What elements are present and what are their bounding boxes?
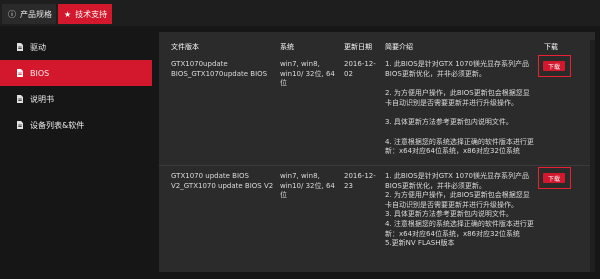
cell-line: 02	[344, 69, 353, 78]
table-row-file: GTX1070 update BIOS V2_GTX1070 update BI…	[171, 172, 273, 191]
sidebar-item-label: 说明书	[30, 94, 54, 104]
desc-line: 2. 为方便用户操作，此BIOS更新包会根据您显	[385, 89, 530, 98]
tab-product-specs[interactable]: ⓘ 产品规格	[2, 4, 56, 24]
sidebar-item-label: BIOS	[30, 68, 50, 78]
table-row-file: GTX1070update BIOS_GTX1070update BIOS	[171, 60, 267, 79]
cell-line: win7, win8,	[280, 172, 320, 180]
cell-line: win10/ 32位, 64	[280, 69, 335, 78]
desc-line: 1. 此BIOS是针对GTX 1070镁光显存系列产品	[385, 172, 530, 180]
cell-line: BIOS_GTX1070update BIOS	[171, 69, 268, 78]
desc-line: 5.更新NV FLASH版本	[385, 239, 455, 248]
star-icon: ★	[64, 9, 72, 19]
cell-line: 2016-12-	[344, 172, 376, 180]
info-icon: ⓘ	[8, 9, 16, 19]
desc-line: 卡自动识别是否需要更新并进行升级操作。	[385, 98, 518, 107]
desc-line: BIOS更新优化，并非必须更新。	[385, 69, 486, 78]
tab-label: 产品规格	[20, 9, 52, 19]
download-button[interactable]: 下载	[543, 173, 565, 183]
desc-line: 3. 具体更新方法参考更新包内说明文件。	[385, 118, 513, 127]
desc-line: 新：x64对应64位系统，x86对应32位系统	[385, 229, 520, 238]
cell-line: V2_GTX1070 update BIOS V2	[171, 181, 274, 190]
download-highlight: 下载	[538, 55, 571, 77]
header-system: 系统	[280, 43, 294, 51]
cell-line: win10/ 32位, 64	[280, 181, 335, 190]
header-update-date: 更新日期	[344, 43, 372, 51]
desc-line: 卡自动识别是否需要更新并进行升级操作。	[385, 200, 518, 209]
scrollbar[interactable]	[590, 40, 595, 272]
header-download: 下载	[544, 43, 558, 51]
table-row-date: 2016-12- 23	[344, 172, 376, 191]
document-icon	[16, 95, 24, 103]
cell-line: 23	[344, 181, 353, 190]
desc-line: 1. 此BIOS是针对GTX 1070镁光显存系列产品	[385, 60, 530, 68]
tab-bar: ⓘ 产品规格 ★ 技术支持	[0, 0, 600, 26]
document-icon	[16, 121, 24, 129]
row-divider	[159, 165, 595, 166]
sidebar-item-devices-software[interactable]: 设备列表&软件	[12, 112, 146, 138]
document-icon	[16, 43, 24, 51]
desc-line	[385, 79, 545, 89]
desc-line	[385, 128, 545, 138]
bios-table: 文件版本 系统 更新日期 简要介绍 下载 GTX1070update BIOS_…	[159, 32, 595, 272]
tab-label: 技术支持	[75, 9, 108, 19]
cell-line: GTX1070 update BIOS	[171, 172, 249, 180]
desc-line: 2. 为方便用户操作，此BIOS更新包会根据您显	[385, 191, 530, 200]
sidebar-item-label: 驱动	[30, 42, 46, 52]
sidebar: 驱动 BIOS 说明书 设备列表&软件	[0, 30, 152, 279]
download-highlight: 下载	[538, 167, 571, 189]
desc-line: 新：x64对应64位系统，x86对应32位系统	[385, 147, 520, 156]
desc-line	[385, 109, 545, 119]
tab-tech-support[interactable]: ★ 技术支持	[58, 4, 112, 24]
header-description: 简要介绍	[385, 43, 413, 51]
header-file-version: 文件版本	[171, 43, 199, 51]
cell-line: win7, win8,	[280, 60, 320, 68]
table-row-date: 2016-12- 02	[344, 60, 376, 79]
cell-line: 位	[280, 79, 287, 88]
desc-line: 4. 注意根据您的系统选择正确的软件版本进行更	[385, 219, 534, 228]
desc-line: 4. 注意根据您的系统选择正确的软件版本进行更	[385, 137, 534, 146]
cell-line: 2016-12-	[344, 60, 376, 68]
sidebar-item-drivers[interactable]: 驱动	[12, 34, 146, 60]
table-row-description: 1. 此BIOS是针对GTX 1070镁光显存系列产品 BIOS更新优化，并非必…	[385, 60, 545, 157]
desc-line: BIOS更新优化，并非必须更新。	[385, 181, 486, 190]
table-row-system: win7, win8, win10/ 32位, 64 位	[280, 172, 335, 201]
sidebar-item-manual[interactable]: 说明书	[12, 86, 146, 112]
download-button[interactable]: 下载	[543, 61, 565, 71]
sidebar-item-bios[interactable]: BIOS	[0, 60, 152, 86]
desc-line: 3. 具体更新方法参考更新包内说明文件。	[385, 210, 513, 219]
cell-line: 位	[280, 191, 287, 200]
cell-line: GTX1070update	[171, 60, 228, 68]
table-row-description: 1. 此BIOS是针对GTX 1070镁光显存系列产品 BIOS更新优化，并非必…	[385, 172, 545, 249]
sidebar-item-label: 设备列表&软件	[30, 120, 85, 130]
document-icon	[16, 69, 24, 77]
table-row-system: win7, win8, win10/ 32位, 64 位	[280, 60, 335, 89]
